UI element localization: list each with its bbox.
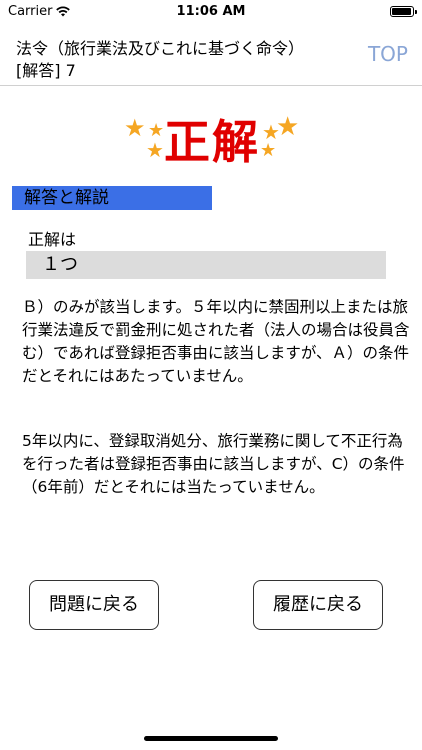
correct-result-text: 正解 — [164, 115, 260, 169]
explanation-paragraph: 5年以内に、登録取消処分、旅行業務に関して不正行為を行った者は登録拒否事由に該当… — [22, 432, 405, 496]
explanation-paragraph: Ｂ）のみが該当します。５年以内に禁固刑以上または旅行業法違反で罰金刑に処された者… — [22, 298, 410, 385]
battery-icon — [390, 6, 417, 17]
star-icon: ★ — [260, 140, 277, 161]
back-to-history-button[interactable]: 履歴に戻る — [253, 580, 383, 630]
top-button[interactable]: TOP — [368, 42, 408, 66]
page-subtitle: [解答] 7 — [16, 61, 76, 80]
answer-value: １つ — [26, 251, 386, 279]
section-header: 解答と解説 — [12, 186, 212, 210]
answer-label: 正解は — [28, 230, 77, 249]
status-time: 11:06 AM — [176, 4, 246, 19]
star-icon: ★ — [146, 138, 164, 162]
page-title: 法令（旅行業法及びこれに基づく命令） — [16, 39, 305, 58]
star-icon: ★ — [124, 114, 146, 142]
navigation-bar: 法令（旅行業法及びこれに基づく命令） [解答] 7 TOP — [0, 24, 422, 86]
home-indicator[interactable] — [144, 736, 278, 741]
star-icon: ★ — [276, 112, 300, 142]
back-to-question-button[interactable]: 問題に戻る — [29, 580, 159, 630]
result-banner: ★ ★ ★ 正解 ★ ★ ★ — [110, 104, 310, 169]
status-bar: Carrier 11:06 AM — [0, 0, 422, 24]
